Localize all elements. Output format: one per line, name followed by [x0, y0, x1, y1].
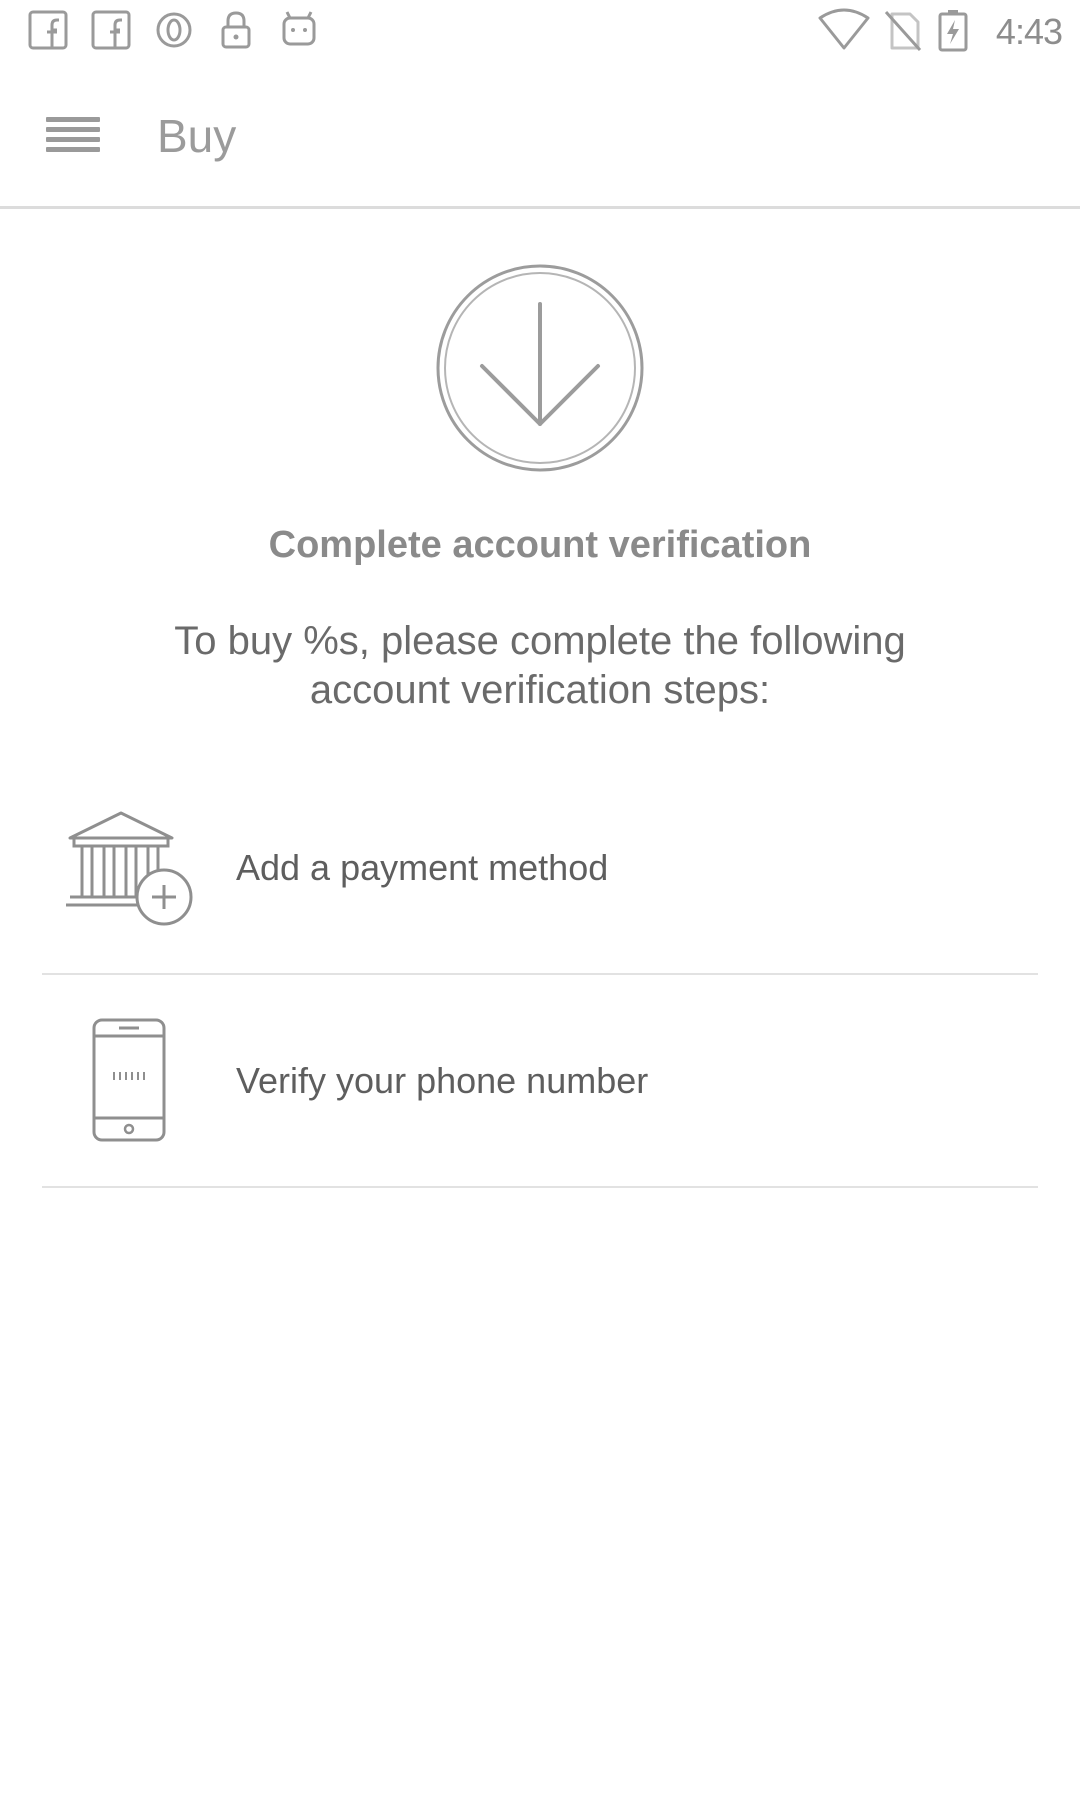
verification-heading: Complete account verification	[268, 524, 812, 566]
facebook-icon	[26, 8, 70, 52]
opera-icon	[152, 8, 196, 52]
lock-icon	[214, 8, 258, 52]
menu-icon	[46, 117, 100, 152]
phone-icon	[64, 1016, 194, 1146]
no-sim-icon	[880, 8, 924, 52]
app-bar: Buy	[0, 63, 1080, 209]
battery-charging-icon	[936, 8, 970, 52]
add-payment-method-row[interactable]: Add a payment method	[42, 763, 1038, 975]
facebook-icon	[89, 8, 133, 52]
status-time: 4:43	[995, 11, 1063, 52]
verify-phone-number-row[interactable]: Verify your phone number	[42, 976, 1038, 1188]
add-payment-method-label: Add a payment method	[236, 847, 609, 888]
download-arrow-circle-icon	[434, 262, 646, 474]
wifi-icon	[818, 8, 870, 52]
menu-button[interactable]	[30, 103, 116, 169]
page-title: Buy	[157, 110, 237, 162]
verification-description: To buy %s, please complete the following…	[174, 619, 906, 712]
status-bar: 4:43	[0, 0, 1080, 63]
verify-phone-number-label: Verify your phone number	[236, 1060, 649, 1101]
bank-add-icon	[64, 805, 194, 935]
android-icon	[277, 8, 321, 52]
